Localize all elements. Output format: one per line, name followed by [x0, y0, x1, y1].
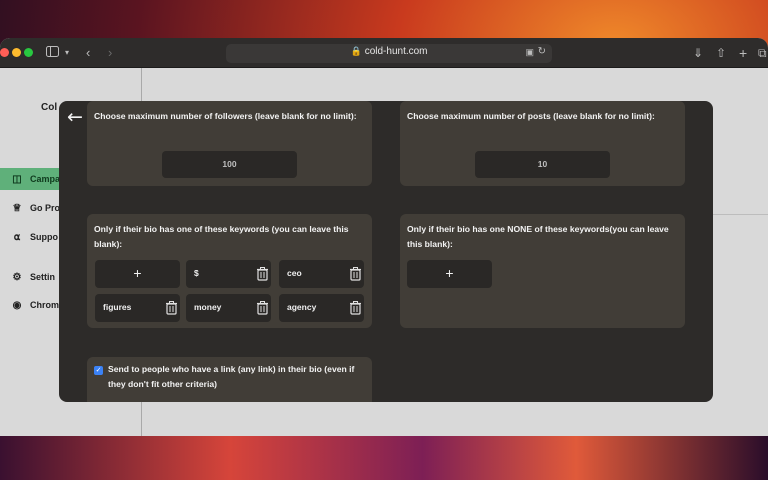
keyword-chip: figures	[95, 294, 180, 322]
link-option-card: ✓ Send to people who have a link (any li…	[87, 357, 372, 402]
keyword-chip: $	[186, 260, 271, 288]
keyword-label: figures	[103, 302, 132, 312]
maximize-window-button[interactable]	[24, 48, 33, 57]
download-icon[interactable]: ⇓	[693, 44, 703, 62]
keyword-label: money	[194, 302, 222, 312]
reload-icon[interactable]: ↻	[538, 46, 546, 57]
add-keyword-button[interactable]: +	[95, 260, 180, 288]
max-posts-input[interactable]	[475, 151, 610, 178]
plus-icon: +	[445, 265, 454, 281]
exclude-keywords-card: Only if their bio has one NONE of these …	[400, 214, 685, 328]
keyword-label: agency	[287, 302, 317, 312]
gear-icon: ⚙	[12, 271, 22, 283]
lock-icon: 🔒	[350, 46, 362, 56]
forward-nav-icon[interactable]: ›	[108, 44, 112, 62]
close-window-button[interactable]	[0, 48, 9, 57]
keyword-chip: ceo	[279, 260, 364, 288]
max-followers-title: Choose maximum number of followers (leav…	[94, 111, 357, 121]
sidebar-item-label: Go Pro	[30, 203, 61, 213]
trash-icon[interactable]	[256, 267, 269, 281]
plus-icon: +	[133, 265, 142, 281]
chrome-icon: ◉	[12, 299, 22, 311]
include-keywords-title: Only if their bio has one of these keywo…	[94, 224, 349, 249]
share-icon[interactable]: ⇧	[716, 44, 726, 62]
crown-icon: ♕	[12, 202, 22, 214]
translate-icon[interactable]: ▣	[525, 47, 534, 58]
trash-icon[interactable]	[349, 267, 362, 281]
max-posts-card: Choose maximum number of posts (leave bl…	[400, 101, 685, 186]
address-bar[interactable]: 🔒 cold-hunt.com ▣ ↻	[226, 44, 552, 63]
sidebar-toggle-icon[interactable]	[46, 44, 59, 62]
add-excluded-keyword-button[interactable]: +	[407, 260, 492, 288]
max-followers-input[interactable]	[162, 151, 297, 178]
link-option-checkbox[interactable]: ✓	[94, 366, 103, 375]
sidebar-item-label: Suppo	[30, 232, 58, 242]
trash-icon[interactable]	[349, 301, 362, 315]
sidebar-item-label: Campa	[30, 174, 61, 184]
brand-logo: Col	[41, 102, 58, 113]
include-keywords-card: Only if their bio has one of these keywo…	[87, 214, 372, 328]
back-arrow-icon[interactable]: ←	[67, 107, 83, 127]
minimize-window-button[interactable]	[12, 48, 21, 57]
max-posts-title: Choose maximum number of posts (leave bl…	[407, 111, 655, 121]
chat-icon: ◫	[12, 173, 22, 185]
link-option-label: Send to people who have a link (any link…	[108, 364, 355, 389]
chevron-down-icon[interactable]: ▾	[65, 44, 69, 62]
keyword-label: $	[194, 268, 199, 278]
url-text: cold-hunt.com	[364, 46, 428, 57]
keyword-label: ceo	[287, 268, 302, 278]
trash-icon[interactable]	[256, 301, 269, 315]
browser-toolbar: ▾ ‹ › 🔒 cold-hunt.com ▣ ↻ ⇓ ⇧ + ⧉	[0, 38, 768, 68]
headset-icon: ⍺	[13, 231, 21, 243]
sidebar-item-label: Chrom	[30, 300, 59, 310]
desktop-wallpaper	[0, 434, 768, 480]
keyword-chip: money	[186, 294, 271, 322]
max-followers-card: Choose maximum number of followers (leav…	[87, 101, 372, 186]
keyword-chip: agency	[279, 294, 364, 322]
trash-icon[interactable]	[165, 301, 178, 315]
new-tab-icon[interactable]: +	[739, 44, 747, 62]
sidebar-item-label: Settin	[30, 272, 56, 282]
tab-overview-icon[interactable]: ⧉	[758, 44, 767, 62]
back-nav-icon[interactable]: ‹	[86, 44, 90, 62]
exclude-keywords-title: Only if their bio has one NONE of these …	[407, 224, 669, 249]
filters-modal: ← Choose maximum number of followers (le…	[59, 101, 713, 402]
